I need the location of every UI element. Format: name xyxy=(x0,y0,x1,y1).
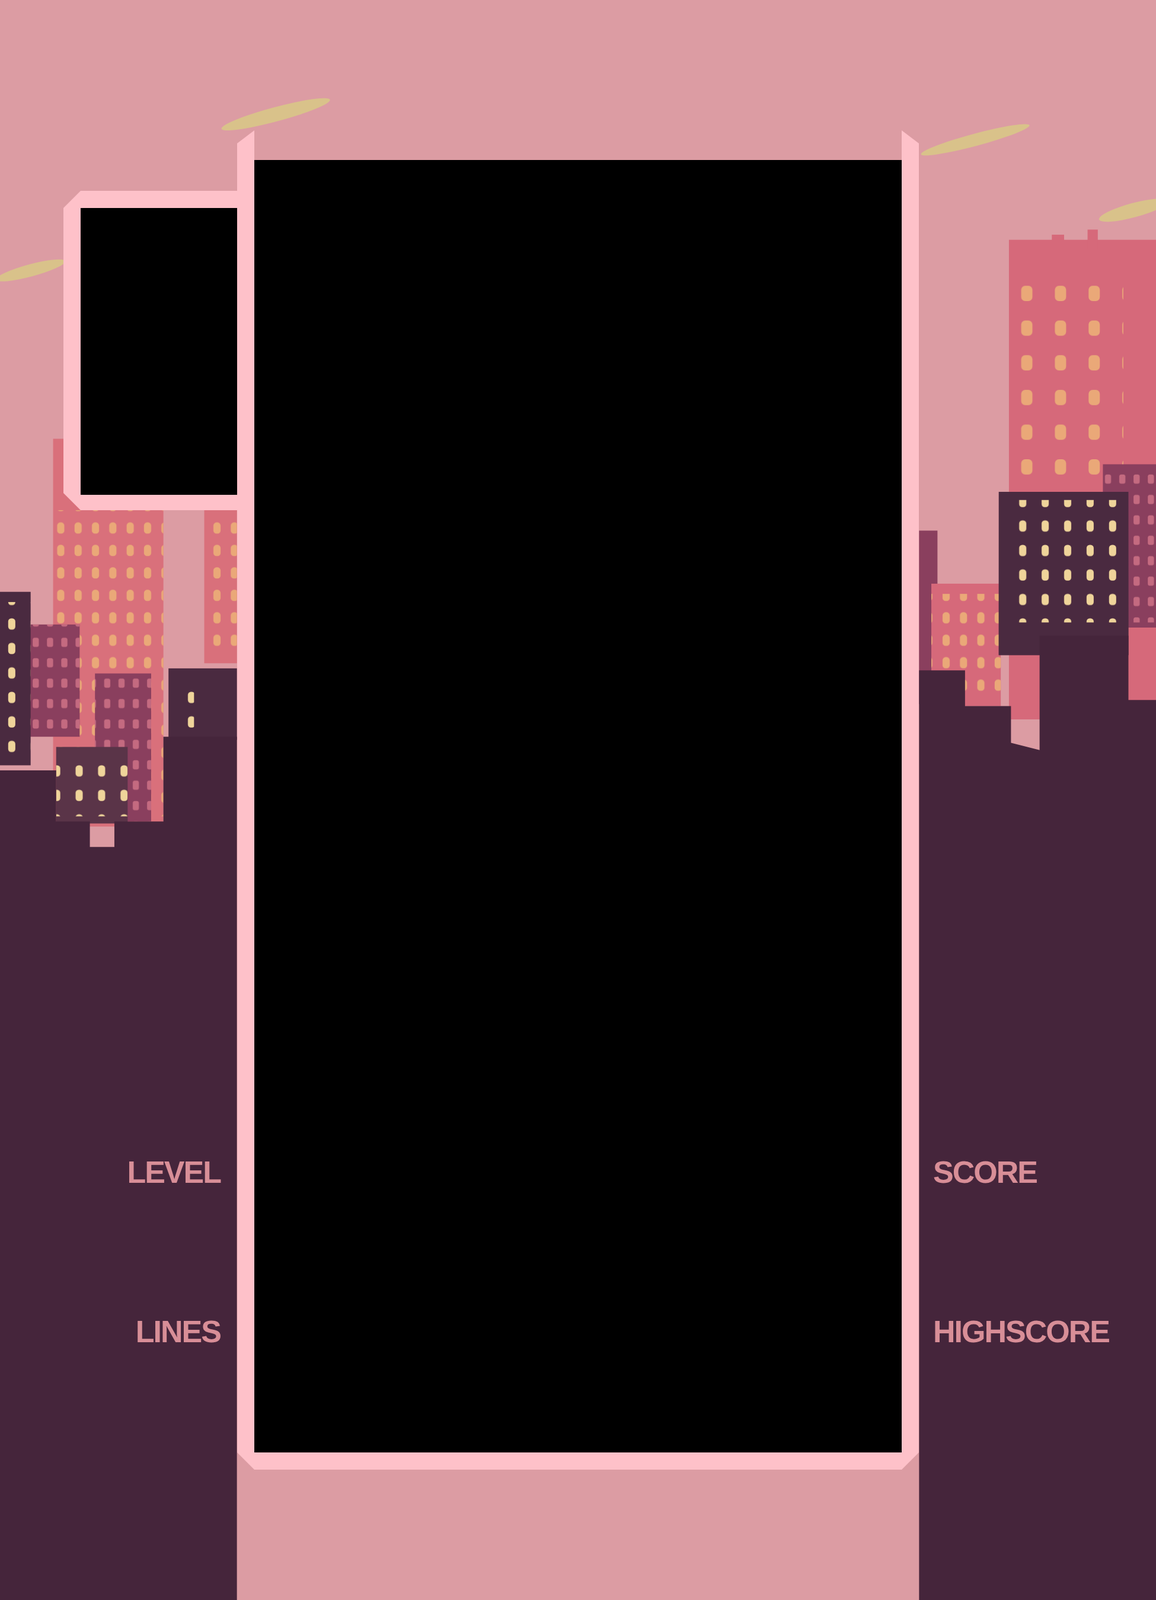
left-panel: LEVEL LINES xyxy=(0,0,238,1600)
stat-label: LINES xyxy=(0,1315,221,1350)
stat-label: HIGHSCORE xyxy=(933,1315,1156,1350)
stat-label: LEVEL xyxy=(0,1156,221,1190)
board-body xyxy=(237,160,919,1471)
game-screen: LEVEL LINES SCORE HIGHSCORE xyxy=(0,0,1156,1600)
playfield xyxy=(254,160,902,1454)
board-top xyxy=(237,130,919,161)
game-layout: LEVEL LINES SCORE HIGHSCORE xyxy=(0,0,1156,1600)
right-rail xyxy=(901,130,919,161)
left-stats: LEVEL LINES xyxy=(0,1156,238,1350)
stat-label: SCORE xyxy=(933,1156,1156,1190)
board-frame xyxy=(237,130,919,1471)
next-piece-box xyxy=(80,208,238,496)
next-piece-frame xyxy=(63,190,238,511)
left-rail xyxy=(237,130,255,161)
right-stats: SCORE HIGHSCORE xyxy=(918,0,1156,1600)
